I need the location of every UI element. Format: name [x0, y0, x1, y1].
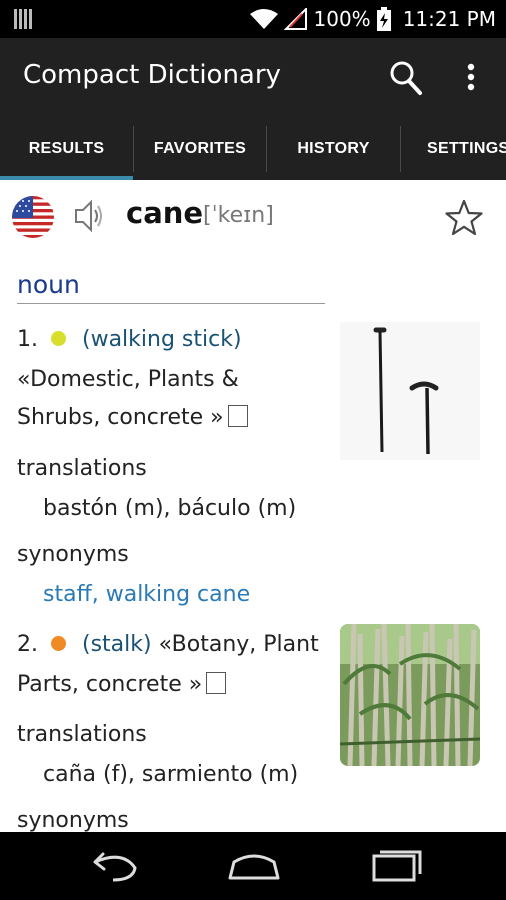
domain-label-cont: Shrubs, concrete » [17, 405, 248, 430]
app-title: Compact Dictionary [23, 60, 281, 90]
domain-label: «Domestic, Plants & [17, 367, 239, 392]
translations-label: translations [17, 456, 147, 481]
home-icon[interactable] [224, 844, 284, 888]
headword: cane [126, 196, 204, 230]
sense-gloss[interactable]: (stalk) [82, 632, 152, 657]
tab-favorites[interactable]: FAVORITES [134, 118, 266, 180]
active-tab-indicator [0, 176, 133, 180]
battery-charging-icon [376, 7, 391, 31]
us-flag-icon[interactable] [12, 196, 54, 238]
phonetic-transcription: [ˈkeɪn] [203, 203, 274, 228]
tab-history[interactable]: HISTORY [267, 118, 400, 180]
translations-value: bastón (m), báculo (m) [43, 496, 297, 521]
checkbox-icon[interactable] [206, 672, 227, 694]
sense-gloss[interactable]: (walking stick) [82, 327, 242, 352]
synonyms-link[interactable]: staff, walking cane [43, 582, 250, 607]
battery-percent: 100% [313, 7, 371, 31]
synonyms-label: synonyms [17, 542, 129, 567]
sense-dot [51, 636, 66, 651]
sugar-cane-image [340, 624, 480, 766]
no-signal-icon [283, 8, 307, 30]
status-bar: 100% 11:21 PM [0, 0, 506, 38]
search-icon[interactable] [388, 58, 424, 98]
sense-dot [51, 331, 66, 346]
walking-stick-image [340, 322, 480, 460]
sense-number: 1. [17, 327, 38, 352]
back-icon[interactable] [83, 844, 143, 888]
domain-label-cont: Parts, concrete » [17, 672, 227, 697]
wifi-icon [249, 9, 278, 29]
star-icon[interactable] [444, 198, 484, 238]
action-bar: Compact Dictionary [0, 38, 506, 118]
speaker-icon[interactable] [73, 198, 105, 234]
sense-number: 2. [17, 632, 38, 657]
synonyms-label: synonyms [17, 808, 129, 833]
translations-label: translations [17, 722, 147, 747]
part-of-speech: noun [17, 270, 80, 299]
translations-value: caña (f), sarmiento (m) [43, 762, 299, 787]
navigation-bar [0, 832, 506, 900]
domain-text: Parts, concrete » [17, 672, 203, 697]
divider [17, 303, 325, 304]
domain-label: «Botany, Plant [158, 632, 319, 657]
clock: 11:21 PM [402, 7, 496, 31]
recents-icon[interactable] [366, 844, 426, 888]
tab-bar: RESULTS FAVORITES HISTORY SETTINGS [0, 118, 506, 180]
checkbox-icon[interactable] [227, 405, 248, 427]
tab-settings[interactable]: SETTINGS [401, 118, 506, 180]
domain-text: Shrubs, concrete » [17, 405, 224, 430]
overflow-menu-icon[interactable] [456, 60, 486, 96]
tab-results[interactable]: RESULTS [0, 118, 133, 180]
sense-line: (stalk) «Botany, Plant [82, 632, 319, 657]
bars-icon [14, 9, 32, 29]
